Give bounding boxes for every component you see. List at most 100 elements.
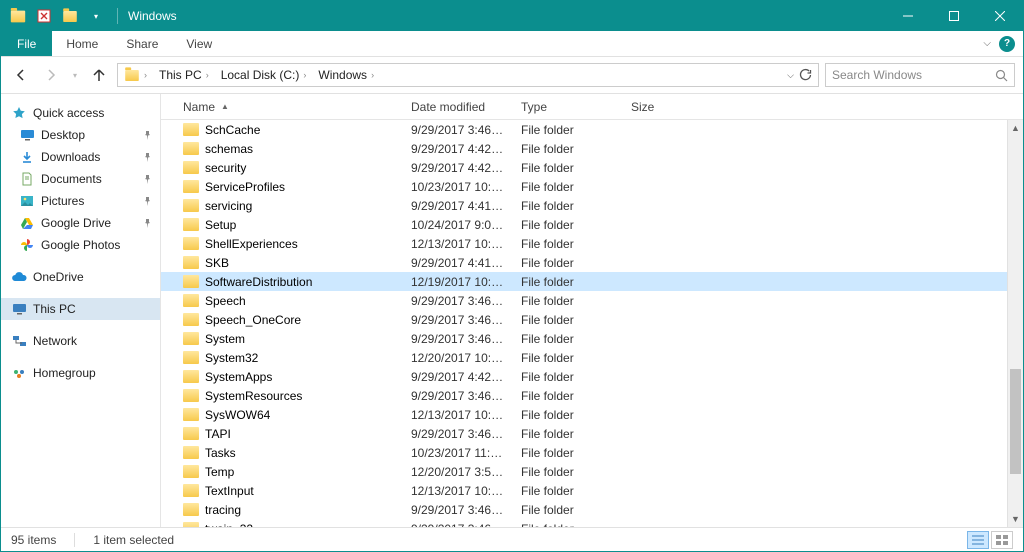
back-button[interactable] (9, 63, 33, 87)
file-row[interactable]: Temp12/20/2017 3:53 PMFile folder (161, 462, 1007, 481)
maximize-button[interactable] (931, 1, 977, 31)
folder-icon (183, 199, 199, 212)
file-row[interactable]: SoftwareDistribution12/19/2017 10:48 ...… (161, 272, 1007, 291)
file-date: 12/19/2017 10:48 ... (403, 275, 513, 289)
search-icon[interactable] (995, 69, 1008, 82)
ribbon-tab-home[interactable]: Home (52, 31, 112, 56)
file-row[interactable]: System9/29/2017 3:46 PMFile folder (161, 329, 1007, 348)
nav-quick-item[interactable]: Pictures (1, 190, 160, 212)
file-row[interactable]: Speech_OneCore9/29/2017 3:46 PMFile fold… (161, 310, 1007, 329)
qat-dropdown-icon[interactable]: ▾ (85, 5, 107, 27)
file-name: Speech_OneCore (205, 313, 301, 327)
file-list[interactable]: SchCache9/29/2017 3:46 PMFile foldersche… (161, 120, 1023, 527)
file-row[interactable]: SchCache9/29/2017 3:46 PMFile folder (161, 120, 1007, 139)
file-type: File folder (513, 180, 623, 194)
help-icon[interactable]: ? (999, 36, 1015, 52)
file-type: File folder (513, 446, 623, 460)
nav-this-pc[interactable]: This PC (1, 298, 160, 320)
file-row[interactable]: ShellExperiences12/13/2017 10:55 ...File… (161, 234, 1007, 253)
pictures-icon (19, 193, 35, 209)
view-details-button[interactable] (967, 531, 989, 549)
ribbon-expand-icon[interactable]: ⌵ (983, 38, 991, 49)
scroll-thumb[interactable] (1010, 369, 1021, 474)
file-row[interactable]: Setup10/24/2017 9:00 AMFile folder (161, 215, 1007, 234)
file-row[interactable]: System3212/20/2017 10:59 ...File folder (161, 348, 1007, 367)
file-row[interactable]: twain_329/29/2017 3:46 PMFile folder (161, 519, 1007, 527)
file-row[interactable]: SystemApps9/29/2017 4:42 PMFile folder (161, 367, 1007, 386)
breadcrumb-localdisk[interactable]: Local Disk (C:)› (217, 64, 315, 86)
ribbon: File Home Share View ⌵ ? (1, 31, 1023, 57)
folder-icon (183, 389, 199, 402)
pin-icon (143, 219, 152, 228)
qat-newfolder-icon[interactable] (59, 5, 81, 27)
file-type: File folder (513, 484, 623, 498)
minimize-button[interactable] (885, 1, 931, 31)
refresh-icon[interactable] (798, 68, 812, 82)
ribbon-tab-share[interactable]: Share (112, 31, 172, 56)
file-date: 9/29/2017 3:46 PM (403, 389, 513, 403)
file-name: Tasks (205, 446, 236, 460)
status-selection: 1 item selected (93, 533, 174, 547)
file-date: 9/29/2017 4:41 PM (403, 199, 513, 213)
nav-quick-item[interactable]: Documents (1, 168, 160, 190)
close-button[interactable] (977, 1, 1023, 31)
file-type: File folder (513, 275, 623, 289)
ribbon-file-tab[interactable]: File (1, 31, 52, 56)
nav-quick-item[interactable]: Google Photos (1, 234, 160, 256)
qat-properties-icon[interactable] (33, 5, 55, 27)
quick-access-icon (11, 105, 27, 121)
file-row[interactable]: ServiceProfiles10/23/2017 10:44 ...File … (161, 177, 1007, 196)
file-row[interactable]: security9/29/2017 4:42 PMFile folder (161, 158, 1007, 177)
ribbon-tab-view[interactable]: View (172, 31, 226, 56)
forward-button[interactable] (39, 63, 63, 87)
column-date[interactable]: Date modified (403, 94, 513, 119)
file-row[interactable]: TextInput 12/13/2017 10:55 ...File folder (161, 481, 1007, 500)
file-row[interactable]: tracing9/29/2017 3:46 PMFile folder (161, 500, 1007, 519)
scroll-up-icon[interactable]: ▲ (1008, 120, 1023, 136)
view-large-icons-button[interactable] (991, 531, 1013, 549)
file-row[interactable]: servicing9/29/2017 4:41 PMFile folder (161, 196, 1007, 215)
folder-icon (183, 484, 199, 497)
address-bar[interactable]: › This PC› Local Disk (C:)› Windows› ⌵ (117, 63, 819, 87)
nav-homegroup[interactable]: Homegroup (1, 362, 160, 384)
file-name: ShellExperiences (205, 237, 298, 251)
address-dropdown-icon[interactable]: ⌵ (787, 70, 794, 81)
file-row[interactable]: Speech9/29/2017 3:46 PMFile folder (161, 291, 1007, 310)
file-row[interactable]: TAPI9/29/2017 3:46 PMFile folder (161, 424, 1007, 443)
downloads-icon (19, 149, 35, 165)
search-input[interactable] (832, 68, 995, 82)
file-date: 9/29/2017 3:46 PM (403, 123, 513, 137)
column-type[interactable]: Type (513, 94, 623, 119)
file-row[interactable]: SKB9/29/2017 4:41 PMFile folder (161, 253, 1007, 272)
column-name[interactable]: Name▲ (175, 94, 403, 119)
search-box[interactable] (825, 63, 1015, 87)
up-button[interactable] (87, 63, 111, 87)
nav-quick-item[interactable]: Desktop (1, 124, 160, 146)
nav-quick-item[interactable]: Downloads (1, 146, 160, 168)
file-name: SysWOW64 (205, 408, 270, 422)
file-row[interactable]: SysWOW6412/13/2017 10:56 ...File folder (161, 405, 1007, 424)
pin-icon (143, 175, 152, 184)
breadcrumb-root-icon[interactable]: › (120, 64, 155, 86)
nav-quick-access[interactable]: Quick access (1, 102, 160, 124)
file-row[interactable]: schemas9/29/2017 4:42 PMFile folder (161, 139, 1007, 158)
folder-icon (183, 275, 199, 288)
nav-onedrive[interactable]: OneDrive (1, 266, 160, 288)
breadcrumb-thispc[interactable]: This PC› (155, 64, 217, 86)
nav-network[interactable]: Network (1, 330, 160, 352)
file-row[interactable]: SystemResources9/29/2017 3:46 PMFile fol… (161, 386, 1007, 405)
column-size[interactable]: Size (623, 94, 703, 119)
file-name: TextInput (205, 484, 254, 498)
file-date: 12/13/2017 10:55 ... (403, 484, 513, 498)
vertical-scrollbar[interactable]: ▲ ▼ (1007, 120, 1023, 527)
nav-quick-item[interactable]: Google Drive (1, 212, 160, 234)
scroll-down-icon[interactable]: ▼ (1008, 511, 1023, 527)
file-type: File folder (513, 389, 623, 403)
folder-icon (183, 123, 199, 136)
file-date: 12/20/2017 10:59 ... (403, 351, 513, 365)
file-row[interactable]: Tasks10/23/2017 11:07 ...File folder (161, 443, 1007, 462)
breadcrumb-windows[interactable]: Windows› (314, 64, 382, 86)
recent-dropdown-icon[interactable]: ▾ (69, 63, 81, 87)
file-name: twain_32 (205, 522, 253, 528)
file-type: File folder (513, 142, 623, 156)
